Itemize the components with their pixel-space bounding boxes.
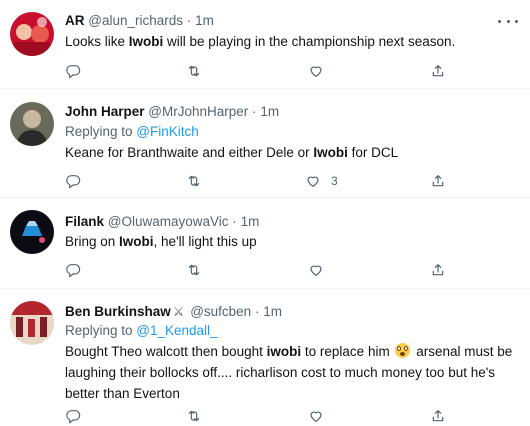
reply-button[interactable] — [65, 406, 81, 426]
avatar[interactable] — [10, 210, 54, 254]
like-icon — [310, 66, 322, 77]
tweet-actions: 3 — [65, 171, 465, 191]
tweet-actions — [65, 406, 465, 426]
reply-icon — [66, 264, 81, 278]
share-button[interactable] — [430, 171, 446, 191]
reply-handle-link[interactable]: @1_Kendall_ — [136, 323, 217, 338]
like-icon — [310, 411, 322, 422]
avatar[interactable] — [10, 12, 54, 56]
share-icon — [432, 175, 444, 187]
separator-dot: · — [186, 13, 192, 28]
tweet-header: Filank @OluwamayowaVic · 1m — [65, 213, 259, 230]
like-button[interactable] — [308, 260, 334, 280]
more-icon[interactable] — [498, 14, 518, 28]
retweet-button[interactable] — [186, 406, 202, 426]
avatar[interactable] — [10, 301, 54, 345]
display-name[interactable]: AR — [65, 13, 85, 28]
replying-to: Replying to @FinKitch — [65, 124, 199, 139]
share-icon — [432, 65, 444, 77]
tweet[interactable]: Filank @OluwamayowaVic · 1m Bring on Iwo… — [0, 198, 530, 288]
like-icon — [310, 265, 322, 276]
handle[interactable]: @sufcben — [190, 304, 251, 319]
tweet-actions — [65, 260, 465, 280]
tweet-text: Keane for Branthwaite and either Dele or… — [65, 145, 399, 160]
tweet[interactable]: Ben Burkinshaw ⚔ @sufcben · 1m Replying t… — [0, 289, 530, 424]
tweet-header: Ben Burkinshaw ⚔ @sufcben · 1m — [65, 303, 282, 320]
share-icon — [432, 264, 444, 276]
reply-icon — [66, 175, 81, 189]
reply-icon — [66, 65, 81, 79]
timestamp[interactable]: 1m — [260, 104, 279, 119]
retweet-button[interactable] — [186, 260, 202, 280]
like-button[interactable] — [308, 406, 334, 426]
tweet-text: Looks like Iwobi will be playing in the … — [65, 34, 456, 49]
tweet-text: Bring on Iwobi, he'll light this up — [65, 234, 257, 249]
retweet-icon — [188, 410, 200, 422]
tweet-actions — [65, 61, 465, 81]
like-button[interactable]: 3 — [305, 171, 338, 191]
share-button[interactable] — [430, 406, 446, 426]
tweet[interactable]: AR @alun_richards · 1m Looks like Iwobi … — [0, 0, 530, 88]
retweet-button[interactable] — [186, 171, 202, 191]
display-name[interactable]: Filank — [65, 214, 104, 229]
avatar[interactable] — [10, 102, 54, 146]
reply-icon — [66, 410, 81, 424]
share-button[interactable] — [430, 61, 446, 81]
reply-handle-link[interactable]: @FinKitch — [136, 124, 198, 139]
tweet-header: John Harper @MrJohnHarper · 1m — [65, 103, 279, 120]
timestamp[interactable]: 1m — [195, 13, 214, 28]
handle[interactable]: @OluwamayowaVic — [108, 214, 229, 229]
timestamp[interactable]: 1m — [241, 214, 260, 229]
display-name[interactable]: John Harper — [65, 104, 145, 119]
like-icon — [307, 176, 319, 187]
avatar-image — [10, 210, 54, 254]
timestamp[interactable]: 1m — [263, 304, 282, 319]
reply-button[interactable] — [65, 171, 81, 191]
like-button[interactable] — [308, 61, 334, 81]
retweet-button[interactable] — [186, 61, 202, 81]
separator-dot: · — [232, 214, 237, 229]
avatar-image — [10, 102, 54, 146]
retweet-icon — [188, 65, 200, 77]
crossed-swords-emoji: ⚔ — [172, 304, 185, 319]
tweet-text: Bought Theo walcott then bought iwobi to… — [65, 343, 513, 401]
flushed-face-emoji — [395, 343, 411, 358]
reply-button[interactable] — [65, 61, 81, 81]
separator-dot: · — [252, 104, 257, 119]
display-name[interactable]: Ben Burkinshaw — [65, 304, 171, 319]
share-button[interactable] — [430, 260, 446, 280]
avatar-image — [10, 12, 54, 56]
handle[interactable]: @MrJohnHarper — [148, 104, 248, 119]
like-count: 3 — [331, 174, 338, 188]
share-icon — [432, 410, 444, 422]
retweet-icon — [188, 264, 200, 276]
tweet-header: AR @alun_richards · 1m — [65, 12, 214, 29]
separator-dot: · — [254, 304, 260, 319]
retweet-icon — [188, 175, 200, 187]
handle[interactable]: @alun_richards — [88, 13, 183, 28]
reply-button[interactable] — [65, 260, 81, 280]
tweet[interactable]: John Harper @MrJohnHarper · 1m Replying … — [0, 89, 530, 197]
replying-to: Replying to @1_Kendall_ — [65, 323, 218, 338]
avatar-image — [10, 301, 54, 345]
